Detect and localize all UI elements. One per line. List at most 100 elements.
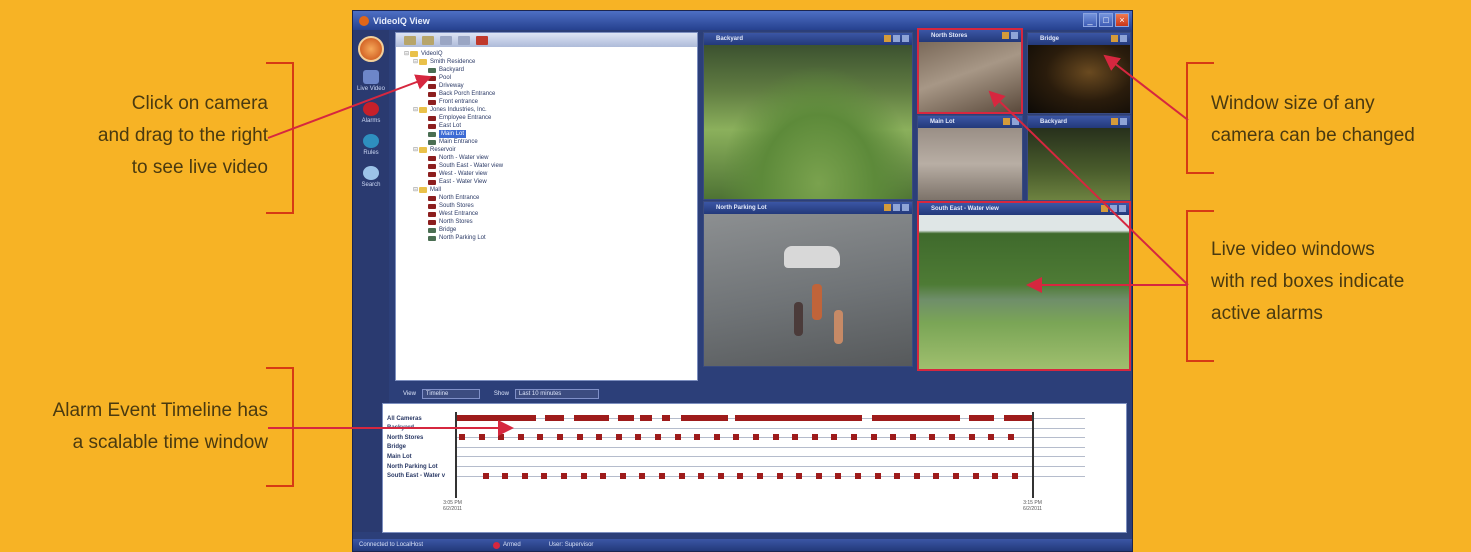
close-icon[interactable] xyxy=(1011,32,1018,39)
video-bridge[interactable]: Bridge xyxy=(1027,32,1131,114)
folder-icon[interactable] xyxy=(404,35,416,45)
video-title-bar[interactable]: Backyard xyxy=(1028,116,1130,128)
tree-camera[interactable]: Front entrance xyxy=(404,98,697,106)
timeline-event[interactable] xyxy=(772,434,779,441)
timeline-event[interactable] xyxy=(972,472,979,479)
edit-icon[interactable] xyxy=(440,35,452,45)
timeline-event[interactable] xyxy=(796,472,803,479)
tree-camera[interactable]: North Parking Lot xyxy=(404,234,697,242)
tree-folder[interactable]: ⊟ VideoIQ xyxy=(404,50,697,58)
add-icon[interactable] xyxy=(422,35,434,45)
nav-search[interactable]: Search xyxy=(353,166,389,188)
timeline-event[interactable] xyxy=(596,434,603,441)
timeline-event[interactable] xyxy=(557,434,563,441)
timeline-event[interactable] xyxy=(717,472,724,479)
show-select[interactable]: Last 10 minutes xyxy=(514,388,599,399)
timeline-event[interactable] xyxy=(737,472,744,479)
tree-camera[interactable]: East - Water View xyxy=(404,178,697,186)
timeline-event[interactable] xyxy=(753,434,759,441)
close-icon[interactable] xyxy=(1012,118,1019,125)
timeline-event[interactable] xyxy=(815,472,822,479)
tree-camera[interactable]: East Lot xyxy=(404,122,697,130)
tree-camera[interactable]: Backyard xyxy=(404,66,697,74)
timeline-event[interactable] xyxy=(733,434,740,441)
timeline-event[interactable] xyxy=(521,472,528,479)
tree-folder[interactable]: ⊟ Mall xyxy=(404,186,697,194)
timeline-event[interactable] xyxy=(655,434,661,441)
close-button[interactable]: × xyxy=(1115,13,1129,27)
timeline-event[interactable] xyxy=(988,434,995,441)
timeline-event[interactable] xyxy=(561,472,567,479)
timeline-event[interactable] xyxy=(659,472,665,479)
timeline-event[interactable] xyxy=(757,472,763,479)
timeline-event[interactable] xyxy=(498,434,505,441)
timeline-event[interactable] xyxy=(831,434,838,441)
timeline-event[interactable] xyxy=(537,434,544,441)
tree-folder[interactable]: ⊟ Reservoir xyxy=(404,146,697,154)
timeline-event[interactable] xyxy=(502,472,509,479)
nav-rules[interactable]: Rules xyxy=(353,134,389,156)
timeline-event[interactable] xyxy=(929,434,936,441)
timeline-event[interactable] xyxy=(874,472,881,479)
timeline-event[interactable] xyxy=(969,415,994,421)
close-icon[interactable] xyxy=(1119,205,1126,212)
video-backyard-large[interactable]: Backyard xyxy=(703,32,913,200)
timeline-event[interactable] xyxy=(544,415,565,421)
remove-icon[interactable] xyxy=(458,35,470,45)
timeline-event[interactable] xyxy=(541,472,548,479)
timeline-event[interactable] xyxy=(949,434,955,441)
video-title-bar[interactable]: North Parking Lot xyxy=(704,202,912,214)
video-backyard-small[interactable]: Backyard xyxy=(1027,115,1131,201)
tree-camera[interactable]: Pool xyxy=(404,74,697,82)
timeline-event[interactable] xyxy=(600,472,607,479)
timeline-event[interactable] xyxy=(619,472,626,479)
minimize-button[interactable]: _ xyxy=(1083,13,1097,27)
timeline-event[interactable] xyxy=(933,472,940,479)
tree-camera[interactable]: North Entrance xyxy=(404,194,697,202)
view-select[interactable]: Timeline xyxy=(421,388,480,399)
video-title-bar[interactable]: Main Lot xyxy=(918,116,1022,128)
close-icon[interactable] xyxy=(1120,118,1127,125)
nav-live-video[interactable]: Live Video xyxy=(353,70,389,92)
timeline-event[interactable] xyxy=(574,415,610,421)
timeline-event[interactable] xyxy=(580,472,587,479)
nav-alarms[interactable]: Alarms xyxy=(353,102,389,124)
timeline-start-marker[interactable] xyxy=(455,412,457,498)
timeline-event[interactable] xyxy=(618,415,634,421)
timeline-event[interactable] xyxy=(870,434,877,441)
timeline-event[interactable] xyxy=(694,434,701,441)
tree-camera[interactable]: South Stores xyxy=(404,202,697,210)
video-title-bar[interactable]: Backyard xyxy=(704,33,912,45)
tree-camera[interactable]: North - Water view xyxy=(404,154,697,162)
video-title-bar[interactable]: Bridge xyxy=(1028,33,1130,45)
timeline-event[interactable] xyxy=(678,472,685,479)
timeline-event[interactable] xyxy=(681,415,728,421)
tree-camera[interactable]: Back Porch Entrance xyxy=(404,90,697,98)
tree-camera[interactable]: West - Water view xyxy=(404,170,697,178)
video-main-lot[interactable]: Main Lot xyxy=(917,115,1023,201)
timeline-event[interactable] xyxy=(953,472,959,479)
snapshot-icon[interactable] xyxy=(884,204,891,211)
timeline-event[interactable] xyxy=(635,434,642,441)
tree-folder[interactable]: ⊟ Smith Residence xyxy=(404,58,697,66)
maximize-button[interactable]: □ xyxy=(1099,13,1113,27)
timeline-event[interactable] xyxy=(851,434,857,441)
timeline-event[interactable] xyxy=(855,472,861,479)
timeline-event[interactable] xyxy=(615,434,622,441)
timeline-end-marker[interactable] xyxy=(1032,412,1034,498)
timeline-event[interactable] xyxy=(871,415,960,421)
timeline-event[interactable] xyxy=(811,434,818,441)
timeline-event[interactable] xyxy=(1003,415,1035,421)
video-north-stores[interactable]: North Stores xyxy=(917,28,1023,114)
video-title-bar[interactable]: South East - Water view xyxy=(919,203,1129,215)
timeline-event[interactable] xyxy=(457,415,537,421)
resize-icon[interactable] xyxy=(893,35,900,42)
tree-camera[interactable]: South East - Water view xyxy=(404,162,697,170)
timeline-event[interactable] xyxy=(890,434,897,441)
video-south-east[interactable]: South East - Water view xyxy=(917,201,1131,371)
timeline-event[interactable] xyxy=(459,434,465,441)
tree-camera[interactable]: West Entrance xyxy=(404,210,697,218)
timeline-event[interactable] xyxy=(576,434,583,441)
timeline-event[interactable] xyxy=(639,472,646,479)
tree-camera[interactable]: Driveway xyxy=(404,82,697,90)
